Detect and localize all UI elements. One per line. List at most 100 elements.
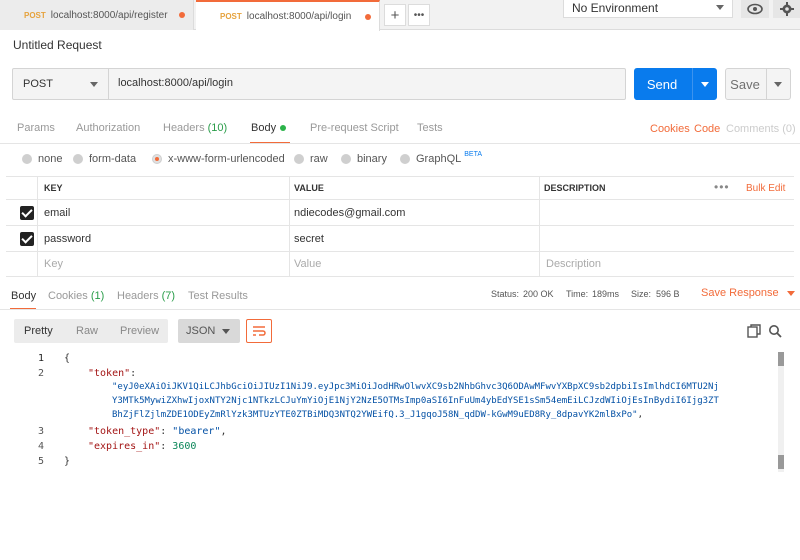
time-label: Time: [566,289,589,299]
tab-body-label: Body [251,122,277,134]
chevron-down-icon [716,5,724,10]
json-line: "token": [88,368,137,379]
tab-authorization[interactable]: Authorization [76,122,140,134]
row-checkbox[interactable] [20,206,34,220]
line-number: 3 [37,426,44,437]
tab-login[interactable]: POST localhost:8000/api/login [196,0,380,31]
scrollbar-thumb[interactable] [778,455,784,469]
chevron-down-icon[interactable] [701,82,709,87]
radio-form-data[interactable]: form-data [73,153,136,165]
tab-body[interactable]: Body [251,122,287,134]
comments-link[interactable]: Comments (0) [726,123,796,135]
environment-label: No Environment [572,1,659,15]
chevron-down-icon[interactable] [774,82,782,87]
radio-graphql[interactable]: GraphQL BETA [400,151,482,165]
url-input[interactable] [118,77,598,89]
bulk-edit-link[interactable]: Bulk Edit [746,183,785,194]
code-link[interactable]: Code [694,123,720,135]
view-preview[interactable]: Preview [110,319,168,343]
send-label: Send [646,77,678,92]
response-tab-headers[interactable]: Headers (7) [117,290,175,302]
tab-method: POST [24,10,46,20]
environment-select[interactable]: No Environment [563,0,733,18]
body-indicator-dot-icon [280,125,287,132]
copy-icon[interactable] [747,324,761,338]
json-string: "eyJ0eXAiOiJKV1QiLCJhbGciOiJIUzI1NiJ9.ey… [112,382,719,392]
environment-quick-look-button[interactable] [741,0,769,18]
response-tab-cookies[interactable]: Cookies (1) [48,290,104,302]
param-key[interactable]: password [44,233,91,245]
unsaved-dot-icon [179,12,185,18]
http-method-select[interactable]: POST [13,69,109,99]
save-response-button[interactable]: Save Response [701,287,795,299]
radio-label: GraphQL [416,153,462,165]
response-body-viewer[interactable]: 1 2 3 4 5 { "token": "eyJ0eXAiOiJKV1QiLC… [0,350,790,475]
tab-params[interactable]: Params [17,122,55,134]
save-button[interactable]: Save [725,68,791,100]
status-value[interactable]: 200 OK [523,289,554,299]
search-icon[interactable] [768,324,782,338]
radio-none[interactable]: none [22,153,62,165]
view-pretty[interactable]: Pretty [14,319,66,343]
save-label: Save [730,77,760,92]
tab-tests[interactable]: Tests [417,122,443,134]
new-key-input[interactable]: Key [44,258,63,270]
row-checkbox[interactable] [20,232,34,246]
param-value[interactable]: secret [294,233,324,245]
request-title[interactable]: Untitled Request [13,38,102,52]
response-tab-test-results[interactable]: Test Results [188,290,248,302]
json-line: "expires_in": 3600 [88,441,197,452]
response-tab-body[interactable]: Body [11,290,36,302]
radio-circle [294,154,304,164]
radio-circle [400,154,410,164]
send-button[interactable]: Send [634,68,717,100]
headers-count: (10) [207,122,228,134]
radio-label: none [38,153,63,165]
method-label: POST [23,78,53,90]
tab-options-button[interactable]: ••• [408,4,430,26]
view-raw[interactable]: Raw [66,319,110,343]
new-value-input[interactable]: Value [294,258,321,270]
divider [692,68,693,100]
scrollbar[interactable] [778,352,784,472]
chevron-down-icon [786,290,795,296]
request-tab-bar: POST localhost:8000/api/register POST lo… [0,0,800,31]
json-string: Y3MTk5MywiZXhwIjoxNTY2Njc1NTkzLCJuYmYiOj… [112,396,719,406]
tab-headers[interactable]: Headers (10) [163,122,227,134]
time-value[interactable]: 189ms [592,289,619,299]
tab-prerequest-script[interactable]: Pre-request Script [310,122,399,134]
new-description-input[interactable]: Description [546,258,601,270]
param-key[interactable]: email [44,207,70,219]
scrollbar-thumb[interactable] [778,352,784,366]
url-bar: POST [12,68,626,100]
radio-circle [22,154,32,164]
size-value[interactable]: 596 B [656,289,680,299]
unsaved-dot-icon [365,14,371,20]
environment-settings-button[interactable] [773,0,800,18]
wrap-lines-button[interactable] [246,319,272,343]
divider [6,225,794,226]
tab-register[interactable]: POST localhost:8000/api/register [0,0,194,30]
json-key: "expires_in" [88,441,161,452]
radio-urlencoded[interactable]: x-www-form-urlencoded [152,153,285,165]
column-header-value: VALUE [294,183,324,193]
radio-binary[interactable]: binary [341,153,387,165]
param-value[interactable]: ndiecodes@gmail.com [294,207,405,219]
json-number: 3600 [172,441,197,452]
line-number: 2 [37,368,44,379]
format-select[interactable]: JSON [178,319,240,343]
new-tab-button[interactable]: + [384,4,406,26]
divider [6,176,794,177]
json-key: "token_type" [88,426,161,437]
json-line: BhZjFlZjlmZDE1ODEyZmRlYzk3MTUzYTE0ZTBiMD… [112,410,644,420]
divider [37,176,38,276]
radio-circle [73,154,83,164]
more-dots-icon[interactable]: ••• [714,180,730,194]
json-brace: } [64,456,71,467]
tab-url: localhost:8000/api/register [50,9,168,21]
gear-icon [780,2,794,16]
radio-label: x-www-form-urlencoded [168,153,285,165]
radio-raw[interactable]: raw [294,153,328,165]
column-header-key: KEY [44,183,63,193]
cookies-link[interactable]: Cookies [650,123,690,135]
